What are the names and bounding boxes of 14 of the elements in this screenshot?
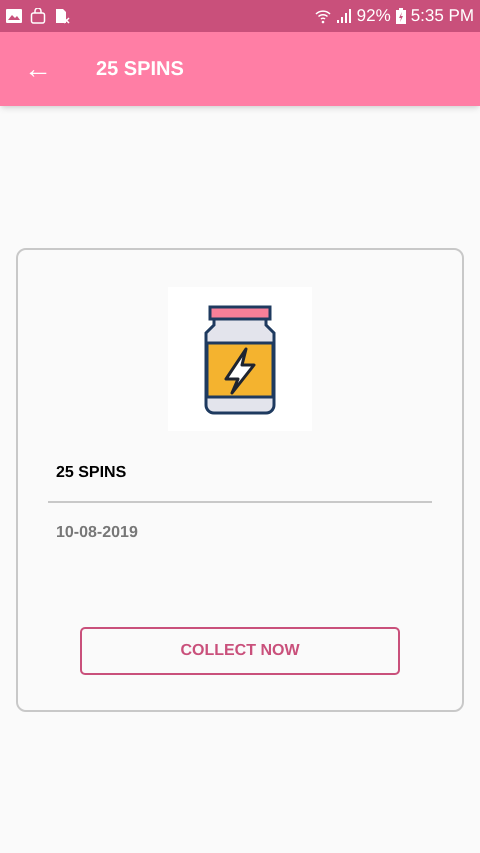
battery-icon — [396, 8, 406, 24]
reward-date: 10-08-2019 — [56, 523, 139, 543]
signal-icon — [336, 9, 352, 23]
bag-icon — [30, 8, 46, 24]
back-button[interactable]: ← — [24, 55, 52, 83]
sim-icon — [54, 8, 70, 24]
page-title: 25 SPINS — [96, 57, 184, 82]
image-icon — [6, 9, 22, 23]
clock: 5:35 PM — [410, 5, 474, 28]
collect-now-button[interactable]: COLLECT NOW — [80, 627, 400, 675]
energy-jar-icon — [168, 287, 312, 431]
reward-title: 25 SPINS — [56, 463, 128, 483]
wifi-icon — [314, 8, 331, 24]
battery-percent: 92% — [356, 5, 391, 28]
